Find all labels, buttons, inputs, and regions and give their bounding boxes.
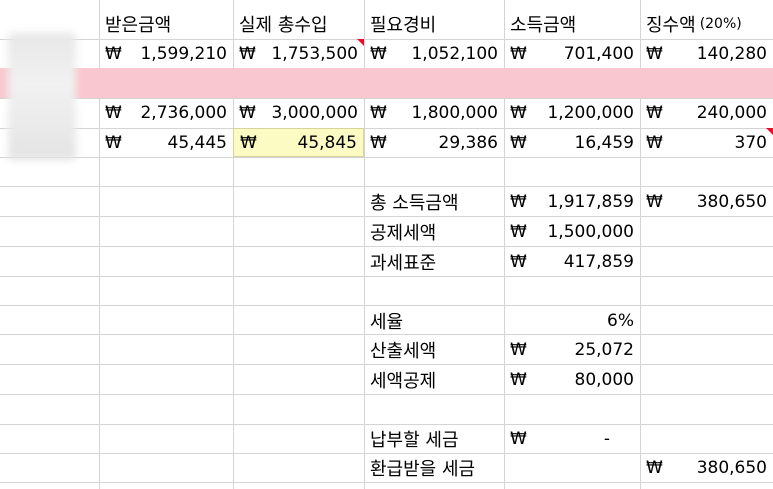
tax-rate-label[interactable]: 세율 <box>364 306 504 335</box>
cell-value: 370 <box>734 132 767 153</box>
cell-value: 25,072 <box>574 339 634 360</box>
cell-income-row2[interactable]: ₩ 1,200,000 <box>504 98 640 127</box>
header-received[interactable]: 받은금액 <box>99 9 233 38</box>
cell-actual-income-row1[interactable]: ₩ 1,753,500 <box>233 39 364 68</box>
deduction-label[interactable]: 공제세액 <box>364 217 504 246</box>
cell-value: 1,200,000 <box>547 102 634 123</box>
cell-withholding-row3[interactable]: ₩ 370 <box>640 128 773 157</box>
cell-income-row1[interactable]: ₩ 701,400 <box>504 39 640 68</box>
currency-symbol: ₩ <box>105 132 122 153</box>
calculated-tax-value[interactable]: ₩ 25,072 <box>504 335 640 364</box>
cell-value: 1,800,000 <box>411 102 498 123</box>
tax-credit-value[interactable]: ₩ 80,000 <box>504 365 640 394</box>
payable-label[interactable]: 납부할 세금 <box>364 424 504 453</box>
cell-value: 140,280 <box>696 43 767 64</box>
tax-base-value[interactable]: ₩ 417,859 <box>504 247 640 276</box>
grid-row-line <box>0 394 773 395</box>
cell-received-row3[interactable]: ₩ 45,445 <box>99 128 233 157</box>
spreadsheet: 받은금액 실제 총수입 필요경비 소득금액 징수액 (20%) ₩ 1,599,… <box>0 0 773 489</box>
refund-label[interactable]: 환급받을 세금 <box>364 453 504 482</box>
currency-symbol: ₩ <box>646 191 663 212</box>
cell-withholding-row2[interactable]: ₩ 240,000 <box>640 98 773 127</box>
currency-symbol: ₩ <box>510 339 527 360</box>
cell-value: 1,599,210 <box>140 43 227 64</box>
cell-received-row2[interactable]: ₩ 2,736,000 <box>99 98 233 127</box>
currency-symbol: ₩ <box>370 132 387 153</box>
cell-value: 1,917,859 <box>547 191 634 212</box>
cell-value: 1,500,000 <box>547 221 634 242</box>
currency-symbol: ₩ <box>646 43 663 64</box>
currency-symbol: ₩ <box>510 428 527 449</box>
redacted-names <box>8 33 76 160</box>
grid-row-line <box>0 482 773 483</box>
selected-row-highlight[interactable] <box>0 68 773 98</box>
header-withholding-rate: (20%) <box>699 15 742 32</box>
cell-expenses-row1[interactable]: ₩ 1,052,100 <box>364 39 504 68</box>
cell-value: 29,386 <box>438 132 498 153</box>
cell-value: 240,000 <box>696 102 767 123</box>
cell-withholding-row1[interactable]: ₩ 140,280 <box>640 39 773 68</box>
currency-symbol: ₩ <box>646 102 663 123</box>
header-withholding[interactable]: 징수액 (20%) <box>640 9 773 38</box>
cell-value: 380,650 <box>696 457 767 478</box>
cell-value: 16,459 <box>574 132 634 153</box>
currency-symbol: ₩ <box>510 191 527 212</box>
cell-value: 2,736,000 <box>140 102 227 123</box>
total-withholding-value[interactable]: ₩ 380,650 <box>640 187 773 216</box>
currency-symbol: ₩ <box>105 43 122 64</box>
payable-value[interactable]: ₩ - <box>504 424 640 453</box>
currency-symbol: ₩ <box>370 43 387 64</box>
currency-symbol: ₩ <box>239 43 256 64</box>
cell-value: 417,859 <box>563 251 634 272</box>
currency-symbol: ₩ <box>510 369 527 390</box>
currency-symbol: ₩ <box>240 132 257 153</box>
cell-value: 45,845 <box>297 132 357 153</box>
cell-value: 1,753,500 <box>271 43 358 64</box>
tax-base-label[interactable]: 과세표준 <box>364 247 504 276</box>
currency-symbol: ₩ <box>510 43 527 64</box>
grid-row-line <box>0 157 773 158</box>
total-income-label[interactable]: 총 소득금액 <box>364 187 504 216</box>
cell-value: 1,052,100 <box>411 43 498 64</box>
currency-symbol: ₩ <box>239 102 256 123</box>
cell-actual-income-row3[interactable]: ₩ 45,845 <box>233 128 364 157</box>
cell-value: 45,445 <box>167 132 227 153</box>
header-withholding-label: 징수액 <box>646 14 696 36</box>
currency-symbol: ₩ <box>105 102 122 123</box>
deduction-value[interactable]: ₩ 1,500,000 <box>504 217 640 246</box>
currency-symbol: ₩ <box>510 132 527 153</box>
cell-value: 80,000 <box>574 369 634 390</box>
tax-credit-label[interactable]: 세액공제 <box>364 365 504 394</box>
header-income[interactable]: 소득금액 <box>504 9 640 38</box>
cell-expenses-row2[interactable]: ₩ 1,800,000 <box>364 98 504 127</box>
header-expenses[interactable]: 필요경비 <box>364 9 504 38</box>
cell-value: 701,400 <box>563 43 634 64</box>
currency-symbol: ₩ <box>510 102 527 123</box>
cell-income-row3[interactable]: ₩ 16,459 <box>504 128 640 157</box>
currency-symbol: ₩ <box>646 132 663 153</box>
cell-expenses-row3[interactable]: ₩ 29,386 <box>364 128 504 157</box>
currency-symbol: ₩ <box>646 457 663 478</box>
header-actual-income[interactable]: 실제 총수입 <box>233 9 364 38</box>
tax-rate-value[interactable]: 6% <box>504 306 640 335</box>
calculated-tax-label[interactable]: 산출세액 <box>364 335 504 364</box>
currency-symbol: ₩ <box>370 102 387 123</box>
total-income-value[interactable]: ₩ 1,917,859 <box>504 187 640 216</box>
cell-value: - <box>603 428 610 449</box>
cell-actual-income-row2[interactable]: ₩ 3,000,000 <box>233 98 364 127</box>
cell-received-row1[interactable]: ₩ 1,599,210 <box>99 39 233 68</box>
currency-symbol: ₩ <box>510 251 527 272</box>
cell-value: 3,000,000 <box>271 102 358 123</box>
cell-value: 380,650 <box>696 191 767 212</box>
currency-symbol: ₩ <box>510 221 527 242</box>
grid-row-line <box>0 276 773 277</box>
comment-indicator[interactable] <box>357 39 364 46</box>
refund-value[interactable]: ₩ 380,650 <box>640 453 773 482</box>
comment-indicator[interactable] <box>766 128 773 135</box>
